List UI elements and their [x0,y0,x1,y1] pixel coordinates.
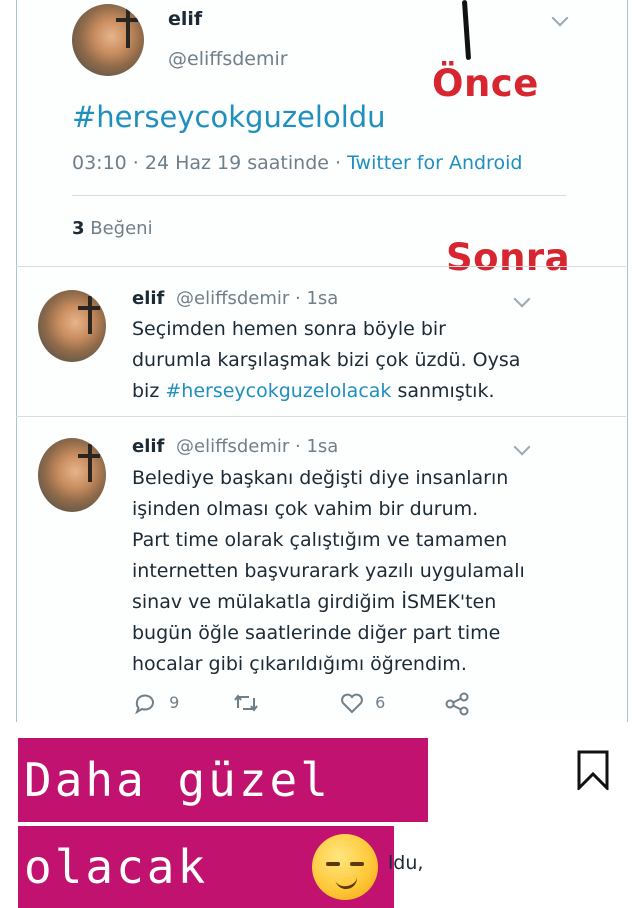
tweet-time: 03:10 · 24 Haz 19 saatinde · [72,152,348,174]
tweet-source[interactable]: Twitter for Android [347,152,522,174]
retweet-icon[interactable] [232,692,260,714]
story-caption-line1: Daha güzel [18,738,428,822]
reply-action[interactable]: 9 [134,692,180,715]
partial-text: ldu, [388,852,424,874]
after-label: Sonra [446,236,571,279]
likes-number: 3 [72,218,85,239]
reply-text: Belediye başkanı değişti diye insanların… [132,467,525,675]
author-name[interactable]: elif [168,8,202,30]
likes-label: Beğeni [84,218,153,239]
reply-count: 9 [169,692,180,712]
author-handle[interactable]: @eliffsdemir [168,48,288,70]
before-label: Önce [432,62,539,105]
avatar[interactable] [38,290,106,362]
heart-icon[interactable] [340,692,364,714]
likes-count[interactable]: 3 Beğeni [72,218,153,239]
share-icon[interactable] [444,692,470,716]
share-action[interactable] [444,692,470,716]
reply-icon[interactable] [134,692,158,715]
like-action[interactable]: 6 [340,692,385,714]
tweet-hashtag[interactable]: #herseycokguzeloldu [72,100,386,134]
divider [16,416,626,417]
retweet-action[interactable] [232,692,260,714]
reply-author-handle[interactable]: @eliffsdemir · 1sa [176,288,338,309]
like-count: 6 [375,692,386,712]
bookmark-icon[interactable] [576,750,610,790]
reply-text: Seçimden hemen sonra böyle bir durumla k… [132,314,592,407]
smirk-emoji [312,834,378,900]
reply-author-name[interactable]: elif [132,288,164,309]
reply-hashtag[interactable]: #herseycokguzelolacak [165,380,391,402]
reply-text-part: sanmıştık. [391,380,495,402]
avatar[interactable] [38,438,106,512]
tweet-meta: 03:10 · 24 Haz 19 saatinde · Twitter for… [72,152,522,174]
reply-author-handle[interactable]: @eliffsdemir · 1sa [176,436,338,457]
divider [16,266,626,267]
avatar[interactable] [72,4,144,76]
reply-author-name[interactable]: elif [132,436,164,457]
divider [72,195,566,196]
